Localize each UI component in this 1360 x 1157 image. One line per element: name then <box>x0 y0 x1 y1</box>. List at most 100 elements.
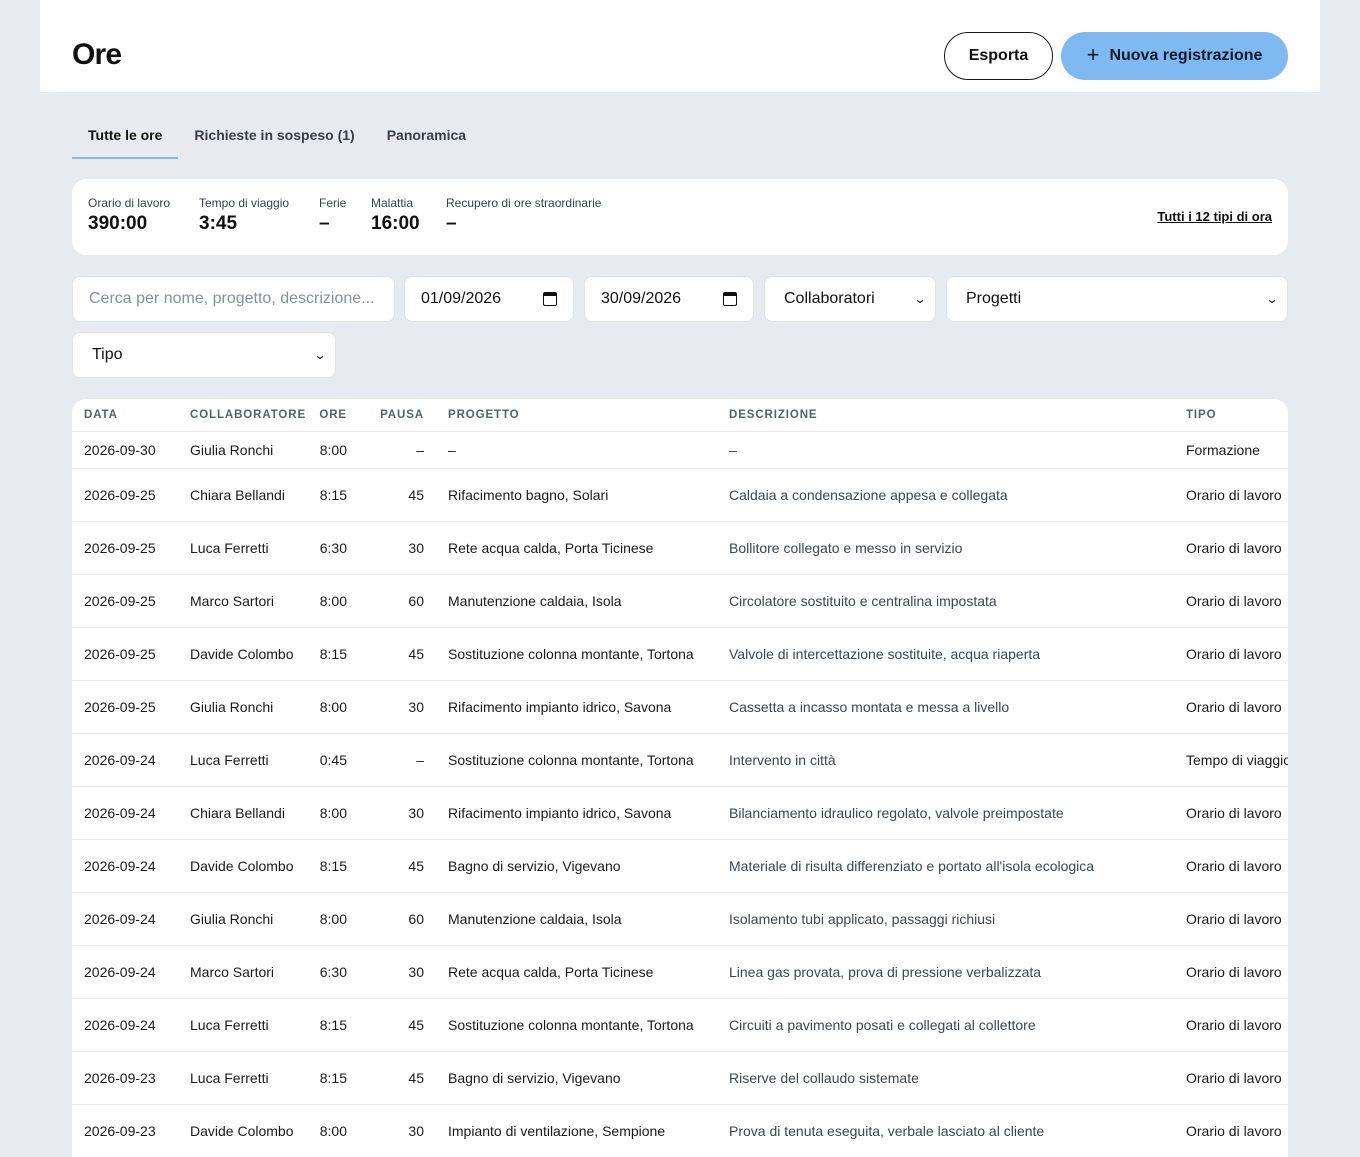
cell-date: 2026-09-23 <box>72 1104 178 1157</box>
cell-type: Orario di lavoro <box>1174 945 1288 999</box>
table-row[interactable]: 2026-09-23 Luca Ferretti 8:15 45 Bagno di se… <box>72 1051 1288 1105</box>
cell-hours: 6:30 <box>305 945 359 999</box>
stat-value: – <box>319 213 330 234</box>
cell-date: 2026-09-24 <box>72 733 178 787</box>
table-row[interactable]: 2026-09-24 Luca Ferretti 8:15 45 Sostituzion… <box>72 998 1288 1052</box>
cell-break: – <box>359 733 436 787</box>
cell-project: Impianto di ventilazione, Sempione <box>436 1104 717 1157</box>
date-from-value: 01/09/2026 <box>421 290 502 307</box>
cell-project: Bagno di servizio, Vigevano <box>436 839 717 893</box>
chevron-down-icon: ⌄ <box>313 348 327 362</box>
type-select[interactable]: Tipo ⌄ <box>72 332 336 378</box>
table-row[interactable]: 2026-09-25 Davide Colombo 8:15 45 Sostituzio… <box>72 627 1288 681</box>
collaborators-select[interactable]: Collaboratori ⌄ <box>764 276 936 322</box>
cell-description: Materiale di risulta differenziato e por… <box>717 839 1174 893</box>
stat-label: Orario di lavoro <box>88 196 171 210</box>
cell-type: Orario di lavoro <box>1174 1051 1288 1105</box>
stat-label: Tempo di viaggio <box>199 196 290 210</box>
stat-value: 3:45 <box>199 213 238 234</box>
cell-type: Orario di lavoro <box>1174 786 1288 840</box>
cell-collaborator: Giulia Ronchi <box>178 892 305 946</box>
cell-project: Rete acqua calda, Porta Ticinese <box>436 521 717 575</box>
cell-hours: 8:00 <box>305 892 359 946</box>
cell-type: Formazione <box>1174 431 1288 469</box>
export-button[interactable]: Esporta <box>944 32 1053 80</box>
hours-table-container: DATA COLLABORATORE ORE PAUSA PROGETTO DE… <box>72 399 1288 1157</box>
stat-label: Recupero di ore straordinarie <box>446 196 602 210</box>
cell-type: Orario di lavoro <box>1174 839 1288 893</box>
cell-description: Intervento in città <box>717 733 1174 787</box>
cell-hours: 8:00 <box>305 680 359 734</box>
cell-hours: 8:00 <box>305 431 359 469</box>
cell-type: Orario di lavoro <box>1174 998 1288 1052</box>
plus-icon: + <box>1086 42 1100 67</box>
cell-break: 45 <box>359 627 436 681</box>
cell-collaborator: Giulia Ronchi <box>178 680 305 734</box>
cell-description: Bollitore collegato e messo in servizio <box>717 521 1174 575</box>
col-header-collaborator[interactable]: COLLABORATORE <box>178 399 305 432</box>
col-header-type[interactable]: TIPO <box>1174 399 1288 432</box>
hours-summary: Orario di lavoro 390:00 Tempo di viaggio… <box>72 179 1288 255</box>
col-header-project[interactable]: PROGETTO <box>436 399 717 432</box>
cell-description: Circuiti a pavimento posati e collegati … <box>717 998 1174 1052</box>
table-row[interactable]: 2026-09-25 Giulia Ronchi 8:00 30 Rifacimento… <box>72 680 1288 734</box>
new-entry-button[interactable]: + Nuova registrazione <box>1061 32 1288 80</box>
stat-label: Malattia <box>371 196 414 210</box>
all-hour-types-link[interactable]: Tutti i 12 tipi di ora <box>1157 209 1272 224</box>
cell-type: Orario di lavoro <box>1174 468 1288 522</box>
table-row[interactable]: 2026-09-24 Marco Sartori 6:30 30 Rete acqua … <box>72 945 1288 999</box>
cell-collaborator: Luca Ferretti <box>178 998 305 1052</box>
table-row[interactable]: 2026-09-25 Marco Sartori 8:00 60 Manutenzion… <box>72 574 1288 628</box>
cell-collaborator: Giulia Ronchi <box>178 431 305 469</box>
hours-table: DATA COLLABORATORE ORE PAUSA PROGETTO DE… <box>72 399 1288 1157</box>
cell-type: Orario di lavoro <box>1174 680 1288 734</box>
calendar-icon[interactable] <box>543 292 557 306</box>
cell-type: Orario di lavoro <box>1174 627 1288 681</box>
projects-select[interactable]: Progetti ⌄ <box>946 276 1288 322</box>
table-row[interactable]: 2026-09-23 Davide Colombo 8:00 30 Impianto d… <box>72 1104 1288 1157</box>
col-header-hours[interactable]: ORE <box>305 399 359 432</box>
cell-project: Manutenzione caldaia, Isola <box>436 574 717 628</box>
tab-all-hours[interactable]: Tutte le ore <box>72 112 179 159</box>
cell-description: – <box>717 431 1174 469</box>
cell-hours: 8:00 <box>305 786 359 840</box>
cell-project: Sostituzione colonna montante, Tortona <box>436 627 717 681</box>
cell-date: 2026-09-25 <box>72 468 178 522</box>
stat-value: – <box>446 213 457 234</box>
col-header-description[interactable]: DESCRIZIONE <box>717 399 1174 432</box>
table-row[interactable]: 2026-09-30 Giulia Ronchi 8:00– – – Formazione <box>72 431 1288 469</box>
cell-description: Riserve del collaudo sistemate <box>717 1051 1174 1105</box>
stat-value: 390:00 <box>88 213 148 234</box>
page-header: Ore Esporta + Nuova registrazione <box>40 0 1320 92</box>
cell-hours: 8:15 <box>305 1051 359 1105</box>
search-field[interactable] <box>72 276 395 322</box>
stat-label: Ferie <box>319 196 347 210</box>
cell-type: Tempo di viaggio <box>1174 733 1288 787</box>
cell-hours: 8:15 <box>305 998 359 1052</box>
cell-project: Bagno di servizio, Vigevano <box>436 1051 717 1105</box>
col-header-date[interactable]: DATA <box>72 399 178 432</box>
table-row[interactable]: 2026-09-25 Chiara Bellandi 8:15 45 Rifacimen… <box>72 468 1288 522</box>
cell-description: Prova di tenuta eseguita, verbale lascia… <box>717 1104 1174 1157</box>
table-row[interactable]: 2026-09-24 Chiara Bellandi 8:00 30 Rifacimen… <box>72 786 1288 840</box>
cell-break: 45 <box>359 839 436 893</box>
date-from-field[interactable]: 01/09/2026 <box>404 276 574 322</box>
table-row[interactable]: 2026-09-24 Davide Colombo 8:15 45 Bagno di s… <box>72 839 1288 893</box>
stat-vacation: Ferie – <box>319 196 346 235</box>
tab-overview[interactable]: Panoramica <box>371 112 482 159</box>
tab-pending-requests[interactable]: Richieste in sospeso (1) <box>178 112 370 159</box>
table-row[interactable]: 2026-09-25 Luca Ferretti 6:30 30 Rete acqua … <box>72 521 1288 575</box>
calendar-icon[interactable] <box>723 292 737 306</box>
table-row[interactable]: 2026-09-24 Giulia Ronchi 8:00 60 Manutenzion… <box>72 892 1288 946</box>
search-input[interactable] <box>89 290 378 308</box>
chevron-down-icon: ⌄ <box>913 292 927 306</box>
date-to-field[interactable]: 30/09/2026 <box>584 276 754 322</box>
cell-project: Rifacimento bagno, Solari <box>436 468 717 522</box>
cell-description: Isolamento tubi applicato, passaggi rich… <box>717 892 1174 946</box>
cell-break: 60 <box>359 574 436 628</box>
cell-project: Rifacimento impianto idrico, Savona <box>436 680 717 734</box>
col-header-break[interactable]: PAUSA <box>359 399 436 432</box>
cell-project: Manutenzione caldaia, Isola <box>436 892 717 946</box>
cell-type: Orario di lavoro <box>1174 892 1288 946</box>
table-row[interactable]: 2026-09-24 Luca Ferretti 0:45– Sostituzione… <box>72 733 1288 787</box>
